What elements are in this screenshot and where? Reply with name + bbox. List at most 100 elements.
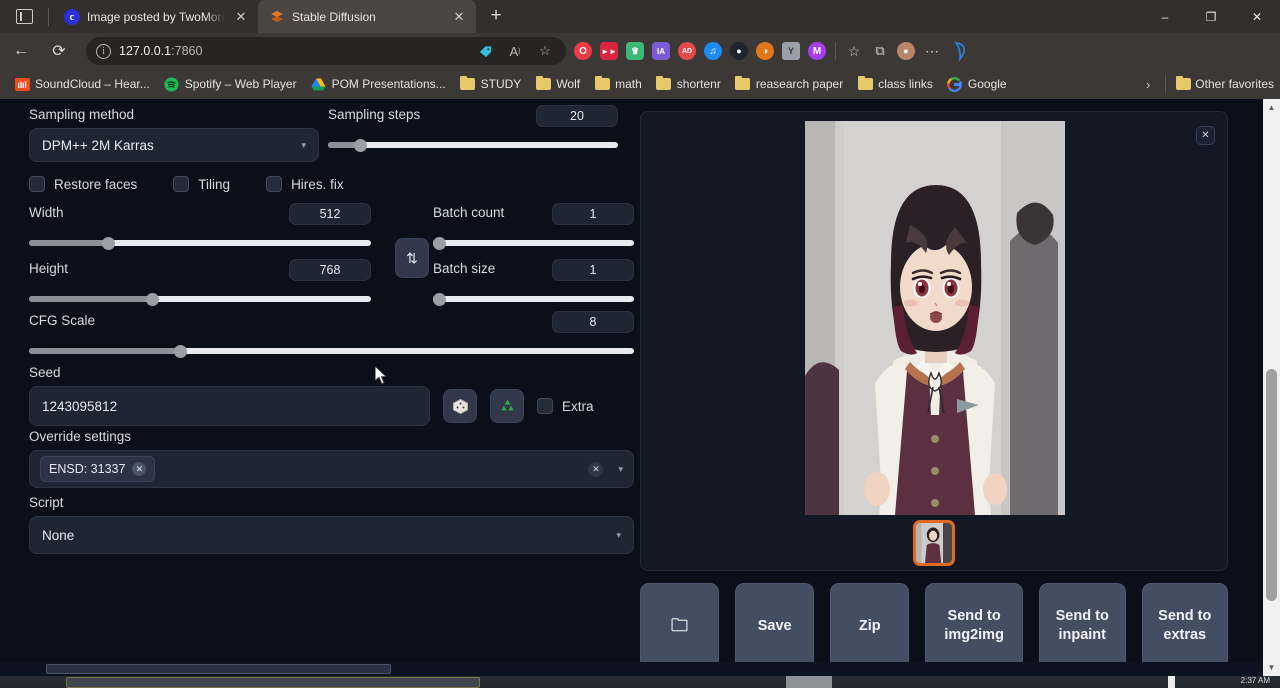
bookmarks-overflow-chevron[interactable]: ›	[1140, 77, 1156, 92]
remove-tag-icon[interactable]: ✕	[132, 462, 146, 476]
checkbox-icon[interactable]	[537, 398, 553, 414]
taskbar-active-window[interactable]	[66, 677, 480, 688]
send-to-inpaint-button[interactable]: Send to inpaint	[1039, 583, 1126, 669]
batch-size-slider[interactable]	[433, 292, 634, 306]
height-slider[interactable]	[29, 292, 371, 306]
sampling-steps-value[interactable]: 20	[536, 105, 618, 127]
width-slider[interactable]	[29, 236, 371, 250]
slider-knob[interactable]	[102, 237, 115, 250]
other-favorites-label[interactable]: Other favorites	[1195, 77, 1274, 91]
slider-knob[interactable]	[433, 237, 446, 250]
scroll-down-icon[interactable]: ▼	[1263, 659, 1280, 676]
close-window-button[interactable]: ✕	[1234, 0, 1280, 33]
yandex-icon[interactable]: Y	[778, 38, 804, 64]
slider-knob[interactable]	[174, 345, 187, 358]
override-settings-field[interactable]: ENSD: 31337 ✕ ✕ ▾	[29, 450, 634, 488]
tab-close-icon[interactable]: ✕	[450, 8, 468, 26]
slider-knob[interactable]	[354, 139, 367, 152]
checkbox-icon[interactable]	[29, 176, 45, 192]
bookmark-math[interactable]: math	[588, 73, 648, 95]
open-folder-button[interactable]: 🗀	[640, 583, 719, 669]
tab-close-icon[interactable]: ✕	[232, 8, 250, 26]
chevron-down-icon[interactable]: ▾	[618, 464, 623, 475]
send-to-extras-button[interactable]: Send to extras	[1142, 583, 1229, 669]
checkbox-icon[interactable]	[266, 176, 282, 192]
settings-more-icon[interactable]: ⋯	[919, 38, 945, 64]
sampling-steps-slider[interactable]	[328, 138, 618, 152]
height-value[interactable]: 768	[289, 259, 371, 281]
checkbox-icon[interactable]	[173, 176, 189, 192]
vertical-scrollbar-thumb[interactable]	[1266, 369, 1277, 601]
slider-knob[interactable]	[146, 293, 159, 306]
site-info-icon[interactable]: i	[96, 44, 111, 59]
location-icon[interactable]: ●	[726, 38, 752, 64]
swap-dimensions-button[interactable]: ⇅	[395, 238, 429, 278]
zip-button[interactable]: Zip	[830, 583, 909, 669]
restore-faces-toggle[interactable]: Restore faces	[29, 176, 137, 192]
script-select[interactable]: None ▾	[29, 516, 634, 554]
price-tag-icon[interactable]	[474, 40, 496, 62]
internet-archive-icon[interactable]: IA	[648, 38, 674, 64]
tampermonkey-icon[interactable]: ♛	[622, 38, 648, 64]
shazam-icon[interactable]: ♫	[700, 38, 726, 64]
override-tag[interactable]: ENSD: 31337 ✕	[40, 456, 155, 482]
back-button[interactable]: ←	[4, 36, 38, 66]
video-download-icon[interactable]: ►►	[596, 38, 622, 64]
sampling-method-select[interactable]: DPM++ 2M Karras ▾	[29, 128, 319, 162]
batch-size-value[interactable]: 1	[552, 259, 634, 281]
reload-button[interactable]: ⟳	[42, 36, 76, 66]
bookmark-shortenr[interactable]: shortenr	[650, 73, 727, 95]
cfg-scale-value[interactable]: 8	[552, 311, 634, 333]
batch-size-group: Batch size 1	[433, 261, 634, 306]
new-tab-button[interactable]: +	[482, 2, 510, 30]
tiling-toggle[interactable]: Tiling	[173, 176, 230, 192]
taskbar-clock[interactable]: 2:37 AM	[1241, 676, 1270, 685]
bookmark-google[interactable]: Google	[941, 73, 1013, 95]
cfg-scale-slider[interactable]	[29, 344, 634, 358]
browser-tab-1[interactable]: c Image posted by TwoMoreTimes ✕	[53, 0, 258, 33]
slider-knob[interactable]	[433, 293, 446, 306]
read-aloud-icon[interactable]: A)	[504, 40, 526, 62]
gallery-thumbnail-1[interactable]	[913, 520, 955, 566]
vertical-scrollbar[interactable]: ▲ ▼	[1263, 99, 1280, 676]
bookmark-pom-presentations[interactable]: POM Presentations...	[305, 73, 452, 95]
slider-track	[328, 142, 618, 148]
bookmark-spotify[interactable]: Spotify – Web Player	[158, 73, 303, 95]
close-gallery-icon[interactable]: ✕	[1196, 126, 1215, 145]
reuse-seed-recycle-icon[interactable]	[490, 389, 524, 423]
horizontal-scrollbar-thumb[interactable]	[46, 664, 391, 674]
extra-seed-toggle[interactable]: Extra	[537, 398, 594, 414]
scroll-up-icon[interactable]: ▲	[1263, 99, 1280, 116]
bookmark-soundcloud[interactable]: SoundCloud – Hear...	[8, 73, 156, 95]
opera-extension-icon[interactable]: O	[570, 38, 596, 64]
address-bar[interactable]: i 127.0.0.1:7860 A) ☆	[86, 37, 566, 65]
favorites-icon[interactable]: ☆	[841, 38, 867, 64]
batch-count-value[interactable]: 1	[552, 203, 634, 225]
clear-all-icon[interactable]: ✕	[588, 462, 603, 477]
profile-avatar[interactable]: ●	[893, 38, 919, 64]
collections-icon[interactable]: ⧉	[867, 38, 893, 64]
malwarebytes-icon[interactable]: M	[804, 38, 830, 64]
random-seed-dice-icon[interactable]	[443, 389, 477, 423]
brave-icon[interactable]: ◑	[752, 38, 778, 64]
save-button[interactable]: Save	[735, 583, 814, 669]
tab-actions-menu[interactable]	[0, 0, 48, 33]
taskbar-item[interactable]	[786, 676, 832, 688]
batch-count-slider[interactable]	[433, 236, 634, 250]
bookmark-study[interactable]: STUDY	[454, 73, 528, 95]
horizontal-scrollbar[interactable]	[0, 662, 1262, 676]
seed-input[interactable]: 1243095812	[29, 386, 430, 426]
bookmark-reasearch-paper[interactable]: reasearch paper	[729, 73, 849, 95]
bookmark-wolf[interactable]: Wolf	[529, 73, 586, 95]
minimize-button[interactable]: –	[1142, 0, 1188, 33]
bookmark-class-links[interactable]: class links	[851, 73, 939, 95]
hires-fix-toggle[interactable]: Hires. fix	[266, 176, 344, 192]
send-to-img2img-button[interactable]: Send to img2img	[925, 583, 1023, 669]
generated-image[interactable]	[805, 121, 1065, 515]
width-value[interactable]: 512	[289, 203, 371, 225]
adblock-icon[interactable]: AD	[674, 38, 700, 64]
copilot-icon[interactable]	[945, 36, 975, 66]
maximize-button[interactable]: ❐	[1188, 0, 1234, 33]
browser-tab-2[interactable]: Stable Diffusion ✕	[258, 0, 476, 33]
add-favorite-icon[interactable]: ☆	[534, 40, 556, 62]
